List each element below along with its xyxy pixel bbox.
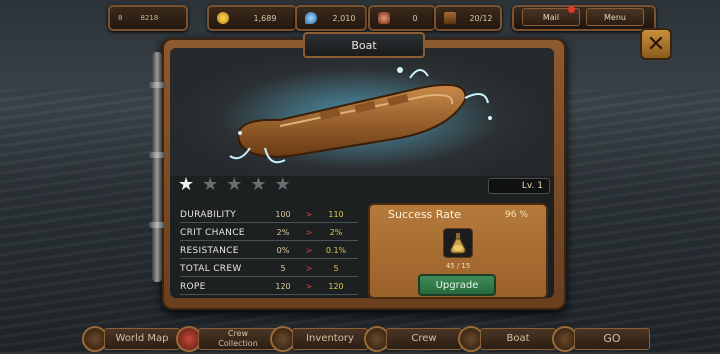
stat-row-total-crew: TOTAL CREW 5 > 5 [180,261,358,277]
stat-row-crit-chance: CRIT CHANCE 2% > 2% [180,225,358,241]
nav-boat-label: Boat [480,328,556,350]
star-icon-filled: ★ [178,174,195,195]
close-icon: ✕ [646,31,666,57]
decorative-pipe [149,52,165,282]
stat-row-rope: ROPE 120 > 120 [180,279,358,295]
panel-title: Boat [303,32,425,58]
mail-label: Mail [542,12,560,22]
nav-go[interactable]: GO [552,324,650,354]
shield-icon [378,12,390,24]
star-icon-empty: ★ [226,174,243,195]
player-level: 8 [118,14,123,22]
player-value: 8218 [140,14,159,22]
nav-crew-label: Crew [386,328,462,350]
boat-illustration [220,67,500,168]
upgrade-material-slot[interactable] [443,228,473,258]
player-info[interactable]: 8 8218 [108,5,188,31]
resource-gold[interactable]: 1,689 [207,5,297,31]
success-rate-value: 96 % [505,210,528,220]
star-icon-empty: ★ [274,174,291,195]
close-button[interactable]: ✕ [640,28,672,60]
nav-go-label: GO [574,328,650,350]
nav-crew[interactable]: Crew [364,324,462,354]
boat-image-area [170,48,554,176]
nav-boat[interactable]: Boat [458,324,556,354]
stat-row-durability: DURABILITY 100 > 110 [180,207,358,223]
gem-value: 2,010 [332,13,356,23]
potion-flask-icon [450,233,466,254]
nav-inventory[interactable]: Inventory [270,324,368,354]
material-count: 45 / 15 [445,262,471,270]
nav-inventory-label: Inventory [292,328,368,350]
mail-button[interactable]: Mail [522,6,580,26]
menu-label: Menu [604,12,626,22]
water-drop-icon [305,12,317,24]
gold-coin-icon [217,12,229,24]
nav-crew-collection[interactable]: Crew Collection [176,324,278,354]
barrel-icon [444,12,456,24]
upgrade-button[interactable]: Upgrade [418,274,496,296]
nav-world-map-label: World Map [104,328,180,350]
resource-crew-power[interactable]: 0 [368,5,436,31]
star-rating: ★ ★ ★ ★ ★ [178,176,291,194]
nav-crew-collection-label: Crew Collection [198,328,278,350]
star-icon-empty: ★ [202,174,219,195]
success-rate-title: Success Rate [388,208,461,221]
resource-gem[interactable]: 2,010 [295,5,367,31]
notification-dot-icon [568,6,575,13]
crew-power-value: 0 [412,13,418,23]
level-badge: Lv. 1 [488,178,550,194]
nav-world-map[interactable]: World Map [82,324,180,354]
menu-button[interactable]: Menu [586,8,644,26]
storage-value: 20/12 [469,13,493,23]
stat-row-resistance: RESISTANCE 0% > 0.1% [180,243,358,259]
gold-value: 1,689 [253,13,277,23]
resource-storage[interactable]: 20/12 [434,5,502,31]
star-icon-empty: ★ [250,174,267,195]
